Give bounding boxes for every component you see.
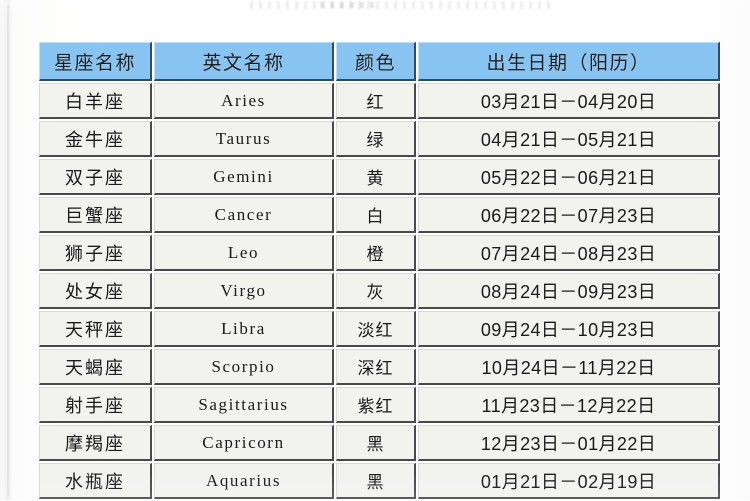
top-scan-artifact bbox=[250, 1, 550, 9]
cell-color: 橙 bbox=[336, 235, 416, 271]
column-header-birth-date: 出生日期（阳历） bbox=[418, 42, 720, 81]
cell-birth-date: 10月24日－11月22日 bbox=[418, 349, 720, 385]
cell-english-name: Aquarius bbox=[154, 463, 334, 499]
cell-color: 黑 bbox=[336, 425, 416, 461]
cell-chinese-name: 天蝎座 bbox=[39, 349, 152, 385]
cell-english-name: Aries bbox=[154, 83, 334, 119]
column-header-english-name: 英文名称 bbox=[154, 42, 334, 81]
top-scan-artifact-secondary bbox=[320, 2, 380, 8]
cell-english-name: Scorpio bbox=[154, 349, 334, 385]
zodiac-table-container: 星座名称 英文名称 颜色 出生日期（阳历） 白羊座 Aries 红 03月21日… bbox=[37, 40, 720, 501]
cell-birth-date: 03月21日－04月20日 bbox=[418, 83, 720, 119]
cell-color: 淡红 bbox=[336, 311, 416, 347]
table-header: 星座名称 英文名称 颜色 出生日期（阳历） bbox=[39, 42, 720, 81]
cell-chinese-name: 摩羯座 bbox=[39, 425, 152, 461]
cell-color: 白 bbox=[336, 197, 416, 233]
cell-birth-date: 08月24日－09月23日 bbox=[418, 273, 720, 309]
left-margin-rule bbox=[7, 6, 9, 496]
cell-birth-date: 01月21日－02月19日 bbox=[418, 463, 720, 499]
column-header-color: 颜色 bbox=[336, 42, 416, 81]
cell-english-name: Sagittarius bbox=[154, 387, 334, 423]
cell-birth-date: 04月21日－05月21日 bbox=[418, 121, 720, 157]
table-row: 天蝎座 Scorpio 深红 10月24日－11月22日 bbox=[39, 349, 720, 385]
cell-chinese-name: 白羊座 bbox=[39, 83, 152, 119]
cell-english-name: Taurus bbox=[154, 121, 334, 157]
table-row: 金牛座 Taurus 绿 04月21日－05月21日 bbox=[39, 121, 720, 157]
cell-color: 灰 bbox=[336, 273, 416, 309]
table-row: 狮子座 Leo 橙 07月24日－08月23日 bbox=[39, 235, 720, 271]
table-row: 双子座 Gemini 黄 05月22日－06月21日 bbox=[39, 159, 720, 195]
cell-english-name: Cancer bbox=[154, 197, 334, 233]
cell-english-name: Capricorn bbox=[154, 425, 334, 461]
cell-birth-date: 09月24日－10月23日 bbox=[418, 311, 720, 347]
cell-chinese-name: 狮子座 bbox=[39, 235, 152, 271]
cell-birth-date: 05月22日－06月21日 bbox=[418, 159, 720, 195]
cell-color: 绿 bbox=[336, 121, 416, 157]
cell-english-name: Leo bbox=[154, 235, 334, 271]
table-row: 白羊座 Aries 红 03月21日－04月20日 bbox=[39, 83, 720, 119]
cell-english-name: Libra bbox=[154, 311, 334, 347]
table-body: 白羊座 Aries 红 03月21日－04月20日 金牛座 Taurus 绿 0… bbox=[39, 83, 720, 499]
cell-chinese-name: 天秤座 bbox=[39, 311, 152, 347]
table-row: 巨蟹座 Cancer 白 06月22日－07月23日 bbox=[39, 197, 720, 233]
cell-english-name: Gemini bbox=[154, 159, 334, 195]
table-row: 处女座 Virgo 灰 08月24日－09月23日 bbox=[39, 273, 720, 309]
cell-chinese-name: 金牛座 bbox=[39, 121, 152, 157]
cell-color: 紫红 bbox=[336, 387, 416, 423]
cell-color: 深红 bbox=[336, 349, 416, 385]
cell-color: 黑 bbox=[336, 463, 416, 499]
table-row: 水瓶座 Aquarius 黑 01月21日－02月19日 bbox=[39, 463, 720, 499]
cell-chinese-name: 巨蟹座 bbox=[39, 197, 152, 233]
cell-color: 黄 bbox=[336, 159, 416, 195]
cell-birth-date: 12月23日－01月22日 bbox=[418, 425, 720, 461]
cell-chinese-name: 处女座 bbox=[39, 273, 152, 309]
table-header-row: 星座名称 英文名称 颜色 出生日期（阳历） bbox=[39, 42, 720, 81]
cell-birth-date: 06月22日－07月23日 bbox=[418, 197, 720, 233]
cell-color: 红 bbox=[336, 83, 416, 119]
table-row: 射手座 Sagittarius 紫红 11月23日－12月22日 bbox=[39, 387, 720, 423]
column-header-chinese-name: 星座名称 bbox=[39, 42, 152, 81]
cell-chinese-name: 水瓶座 bbox=[39, 463, 152, 499]
cell-birth-date: 07月24日－08月23日 bbox=[418, 235, 720, 271]
cell-birth-date: 11月23日－12月22日 bbox=[418, 387, 720, 423]
table-row: 摩羯座 Capricorn 黑 12月23日－01月22日 bbox=[39, 425, 720, 461]
cell-chinese-name: 射手座 bbox=[39, 387, 152, 423]
cell-chinese-name: 双子座 bbox=[39, 159, 152, 195]
zodiac-table: 星座名称 英文名称 颜色 出生日期（阳历） 白羊座 Aries 红 03月21日… bbox=[37, 40, 722, 501]
table-row: 天秤座 Libra 淡红 09月24日－10月23日 bbox=[39, 311, 720, 347]
cell-english-name: Virgo bbox=[154, 273, 334, 309]
